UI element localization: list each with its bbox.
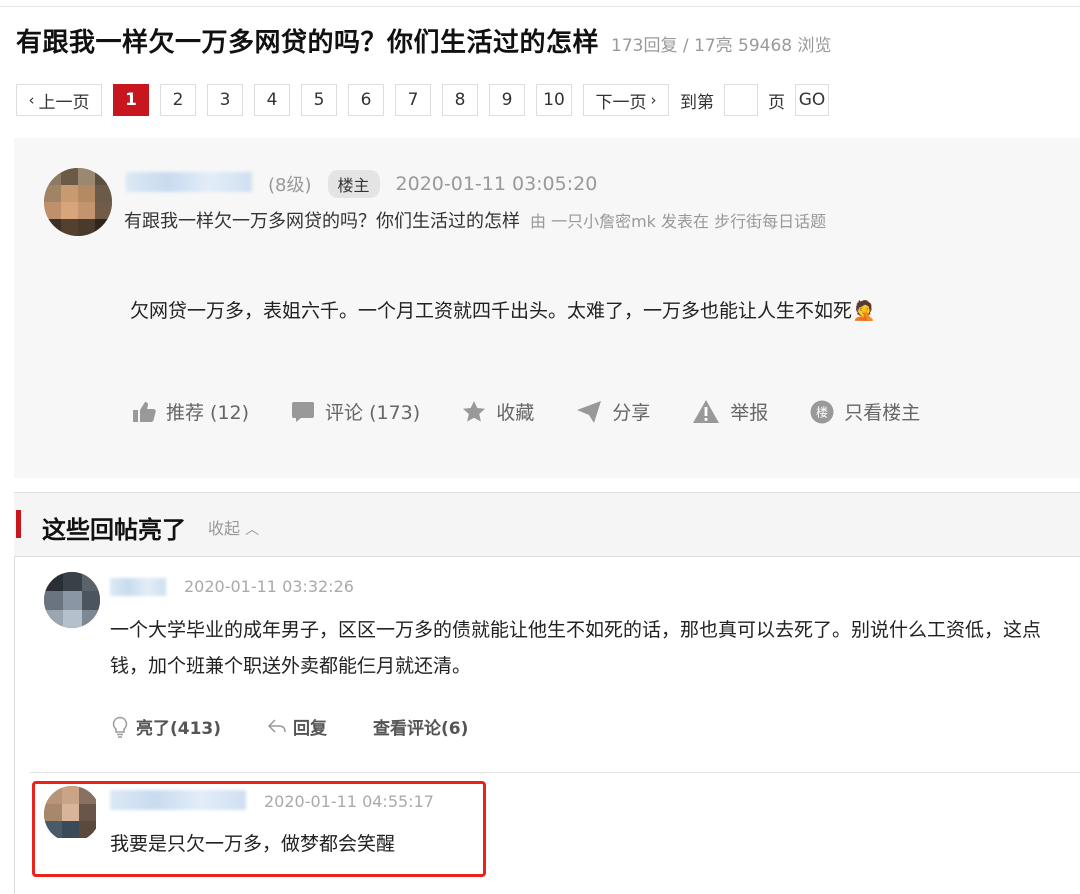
page-6-button[interactable]: 6 <box>348 84 384 116</box>
send-icon <box>577 400 602 423</box>
reply-divider <box>30 772 1080 773</box>
share-button[interactable]: 分享 <box>576 398 650 425</box>
op-floor-icon: 楼 <box>810 400 834 423</box>
svg-text:楼: 楼 <box>816 404 828 419</box>
recommend-button[interactable]: 推荐 (12) <box>132 398 249 425</box>
star-icon <box>463 401 486 422</box>
comment-icon <box>292 401 315 422</box>
post-source[interactable]: 由 一只小詹密mk 发表在 步行街每日话题 <box>530 208 826 232</box>
page-7-button[interactable]: 7 <box>395 84 431 116</box>
page-10-button[interactable]: 10 <box>536 84 572 116</box>
chevron-right-icon: › <box>650 91 657 109</box>
op-badge: 楼主 <box>327 170 380 198</box>
post-meta: (8级) 楼主 2020-01-11 03:05:20 <box>268 170 597 198</box>
next-page-button[interactable]: 下一页 › <box>583 84 669 116</box>
post-date: 2020-01-11 03:05:20 <box>395 173 598 195</box>
reply-text: 一个大学毕业的成年男子，区区一万多的债就能让他生不如死的话，那也真可以去死了。别… <box>110 619 1042 677</box>
goto-prefix-label: 到第 <box>680 92 714 113</box>
reply-name-redacted[interactable] <box>110 578 166 596</box>
chevron-left-icon: ‹ <box>28 91 35 109</box>
reply-avatar[interactable] <box>44 572 100 628</box>
favorite-button[interactable]: 收藏 <box>462 398 534 425</box>
post-title: 有跟我一样欠一万多网贷的吗？你们生活过的怎样 <box>124 211 520 232</box>
goto-page-input[interactable] <box>724 84 758 116</box>
light-button[interactable]: 亮了(413) <box>110 714 221 739</box>
page-8-button[interactable]: 8 <box>442 84 478 116</box>
thumbs-up-icon <box>133 401 156 422</box>
reply-button[interactable]: 回复 <box>267 714 327 739</box>
reply-date: 2020-01-11 03:32:26 <box>184 577 354 596</box>
post-subline: 有跟我一样欠一万多网贷的吗？你们生活过的怎样 由 一只小詹密mk 发表在 步行街… <box>124 207 826 233</box>
prev-page-button[interactable]: ‹ 上一页 <box>16 84 102 116</box>
highlight-annotation-box <box>32 781 486 877</box>
page-4-button[interactable]: 4 <box>254 84 290 116</box>
author-level: (8级) <box>268 175 312 196</box>
thread-title: 有跟我一样欠一万多网贷的吗？你们生活过的怎样 <box>16 28 600 58</box>
top-divider <box>0 6 1080 7</box>
page-9-button[interactable]: 9 <box>489 84 525 116</box>
reply-arrow-icon <box>267 718 286 733</box>
go-button[interactable]: GO <box>795 84 829 116</box>
comment-button[interactable]: 评论 (173) <box>291 398 420 425</box>
post-actions: 推荐 (12) 评论 (173) 收藏 分享 举报 楼 只看楼主 <box>132 398 962 425</box>
thread-header: 有跟我一样欠一万多网贷的吗？你们生活过的怎样 173回复 / 17亮 59468… <box>16 22 832 59</box>
page-3-button[interactable]: 3 <box>207 84 243 116</box>
warning-icon <box>693 400 720 423</box>
page-2-button[interactable]: 2 <box>160 84 196 116</box>
report-button[interactable]: 举报 <box>692 398 768 425</box>
author-name-redacted[interactable] <box>126 172 252 192</box>
thread-stats: 173回复 / 17亮 59468 浏览 <box>611 36 832 56</box>
page-1-button[interactable]: 1 <box>113 84 149 116</box>
view-comments-button[interactable]: 查看评论(6) <box>373 714 468 739</box>
highlight-title: 这些回帖亮了 <box>42 516 186 544</box>
lightbulb-icon <box>112 716 128 738</box>
chevron-up-icon: ︿ <box>245 522 260 538</box>
goto-suffix-label: 页 <box>768 92 785 113</box>
reply-actions: 亮了(413) 回复 查看评论(6) <box>110 714 514 739</box>
only-op-button[interactable]: 楼 只看楼主 <box>810 398 920 425</box>
author-avatar[interactable] <box>44 168 112 236</box>
collapse-button[interactable]: 收起 ︿ <box>208 515 259 539</box>
pagination: ‹ 上一页 1 2 3 4 5 6 7 8 9 10 下一页 › 到第 页 GO <box>16 84 829 116</box>
page-5-button[interactable]: 5 <box>301 84 337 116</box>
post-body: 欠网贷一万多，表姐六千。一个月工资就四千出头。太难了，一万多也能让人生不如死🤦 <box>130 300 876 322</box>
section-accent-bar <box>16 510 21 538</box>
